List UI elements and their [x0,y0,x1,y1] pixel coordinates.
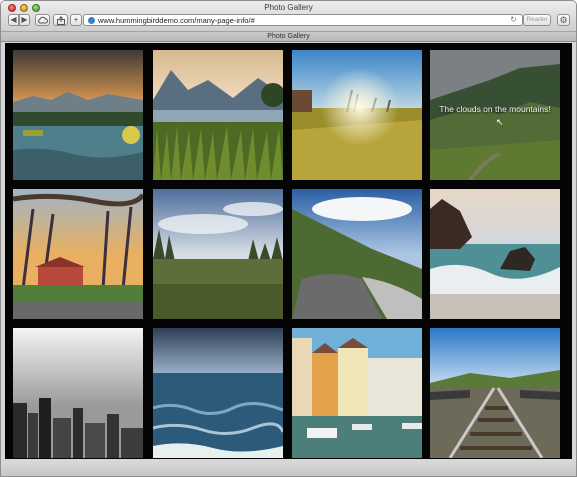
cloud-icon [38,16,48,24]
mouse-cursor-icon: ↖ [496,117,504,127]
toolbar: ◀ ▶ + www.hummingbirddemo.com/many-page-… [1,14,576,28]
sunrise-field-image [292,50,422,180]
plus-icon: + [73,15,79,24]
globe-icon [88,17,95,24]
status-bar [1,461,576,476]
photo-meadow-clouds[interactable] [153,189,283,319]
back-arrow-icon: ◀ [10,15,17,24]
ocean-waves-image [153,328,283,458]
window-title: Photo Gallery [264,3,313,12]
browser-window: Photo Gallery ◀ ▶ + www.hummingbirddemo.… [0,0,577,477]
city-skyline-bw-image [13,328,143,458]
cloudy-mountains-image [430,50,560,180]
photo-cloudy-mountains[interactable]: The clouds on the mountains! ↖ [430,50,560,180]
new-tab-button[interactable]: + [70,14,82,26]
share-button[interactable] [53,14,68,26]
photo-sea-rocks[interactable] [430,189,560,319]
autumn-trees-cabin-image [13,189,143,319]
photo-ocean-waves[interactable] [153,328,283,458]
gear-icon: ⚙ [559,15,568,25]
meadow-clouds-image [153,189,283,319]
tab-bar: Photo Gallery [1,31,576,42]
photo-city-skyline-bw[interactable] [13,328,143,458]
photo-lake-sunset[interactable] [13,50,143,180]
title-bar: Photo Gallery ◀ ▶ + www.hummingbirddemo.… [1,1,576,31]
reader-button[interactable]: Reader [523,14,551,26]
reload-icon[interactable]: ↻ [510,15,517,24]
railway-tracks-image [430,328,560,458]
tab-title[interactable]: Photo Gallery [1,32,576,41]
photo-gallery: The clouds on the mountains! ↖ [5,43,572,459]
photo-mountain-lake-grass[interactable] [153,50,283,180]
photo-canal-houses[interactable] [292,328,422,458]
sea-rocks-image [430,189,560,319]
icloud-tabs-button[interactable] [35,14,50,26]
back-button[interactable]: ◀ [8,14,19,26]
mountain-lake-grass-image [153,50,283,180]
photo-autumn-trees-cabin[interactable] [13,189,143,319]
settings-button[interactable]: ⚙ [557,14,570,26]
photo-railway-tracks[interactable] [430,328,560,458]
forward-button[interactable]: ▶ [19,14,30,26]
forward-arrow-icon: ▶ [21,15,28,24]
url-text: www.hummingbirddemo.com/many-page-info/# [98,16,255,25]
photo-coastal-road[interactable] [292,189,422,319]
canal-houses-image [292,328,422,458]
photo-hover-caption: The clouds on the mountains! [439,104,551,114]
back-forward-control: ◀ ▶ [8,14,30,26]
lake-sunset-image [13,50,143,180]
photo-sunrise-field[interactable] [292,50,422,180]
share-icon [56,16,65,25]
address-bar[interactable]: www.hummingbirddemo.com/many-page-info/#… [83,14,523,26]
coastal-road-image [292,189,422,319]
